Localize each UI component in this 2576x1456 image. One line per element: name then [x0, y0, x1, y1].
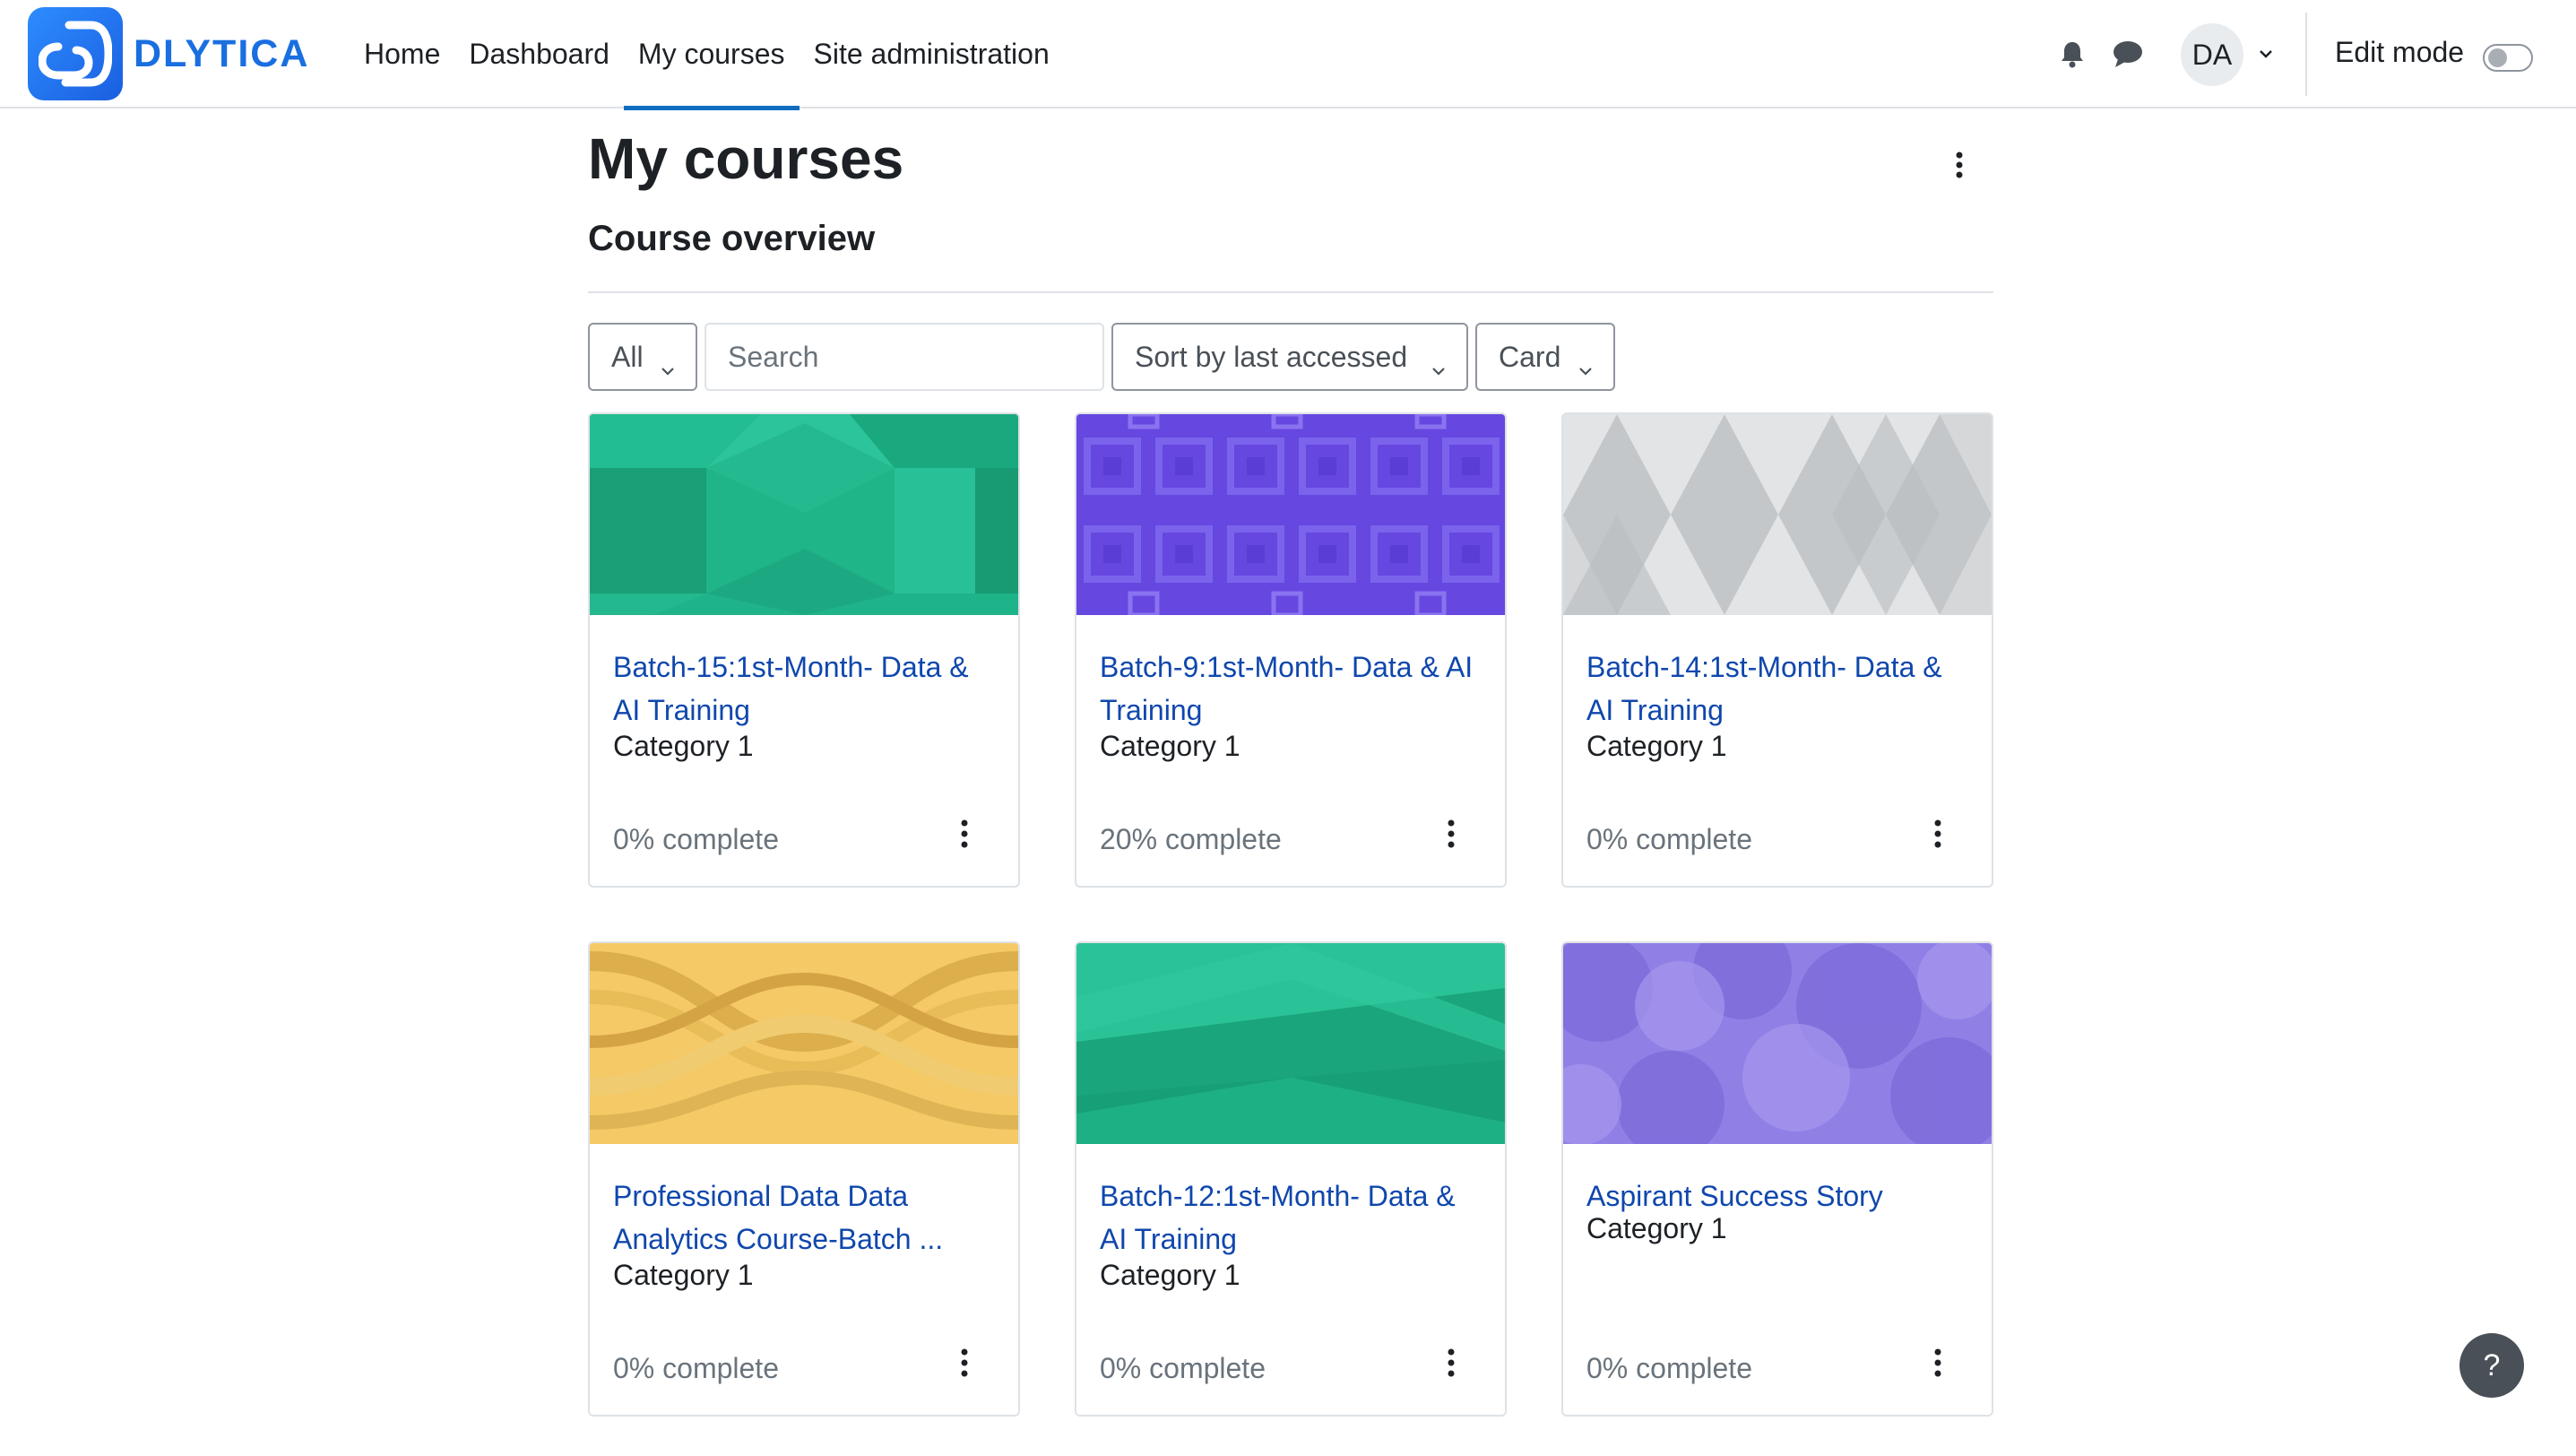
search-input[interactable]: Search	[705, 323, 1104, 391]
course-image[interactable]	[1563, 943, 1992, 1144]
course-actions-menu-icon[interactable]	[1437, 1345, 1465, 1381]
course-category: Category 1	[1100, 1259, 1240, 1291]
course-image[interactable]	[1076, 414, 1505, 615]
section-title: Course overview	[588, 219, 876, 258]
course-progress: 0% complete	[1100, 1352, 1266, 1384]
navbar-divider	[2305, 13, 2307, 96]
help-button[interactable]: ?	[2459, 1333, 2524, 1398]
section-divider	[588, 291, 1993, 293]
course-actions-menu-icon[interactable]	[950, 816, 979, 852]
course-actions-menu-icon[interactable]	[1437, 816, 1465, 852]
view-value: Card	[1499, 340, 1561, 373]
chevron-down-icon	[1431, 351, 1447, 376]
page-title: My courses	[588, 126, 904, 191]
course-image[interactable]	[590, 943, 1018, 1144]
grouping-select[interactable]: All	[588, 323, 697, 391]
course-title[interactable]: Batch-12:1st-Month- Data & AI Training	[1100, 1174, 1485, 1261]
course-title[interactable]: Batch-15:1st-Month- Data & AI Training	[613, 646, 998, 732]
sort-value: Sort by last accessed	[1135, 340, 1408, 373]
chevron-down-icon	[1578, 351, 1594, 376]
chevron-down-icon[interactable]	[2257, 45, 2275, 63]
course-category: Category 1	[1586, 730, 1727, 762]
course-card[interactable]: Batch-9:1st-Month- Data & AI Training Ca…	[1075, 412, 1507, 888]
chevron-down-icon	[660, 351, 676, 376]
course-progress: 0% complete	[613, 823, 779, 855]
user-avatar[interactable]: DA	[2181, 23, 2243, 86]
course-card[interactable]: Batch-15:1st-Month- Data & AI Training C…	[588, 412, 1020, 888]
page-actions-menu-icon[interactable]	[1945, 151, 1974, 179]
course-progress: 20% complete	[1100, 823, 1282, 855]
course-progress: 0% complete	[1586, 823, 1752, 855]
course-category: Category 1	[613, 730, 754, 762]
view-select[interactable]: Card	[1475, 323, 1615, 391]
course-category: Category 1	[613, 1259, 754, 1291]
logo-text: DLYTICA	[134, 31, 310, 75]
site-logo[interactable]: DLYTICA	[28, 7, 309, 100]
grouping-value: All	[611, 340, 644, 373]
top-navbar: DLYTICA Home Dashboard My courses Site a…	[0, 0, 2576, 110]
bell-icon[interactable]	[2058, 39, 2087, 68]
primary-navigation: Home Dashboard My courses Site administr…	[350, 0, 1064, 110]
course-actions-menu-icon[interactable]	[950, 1345, 979, 1381]
sort-select[interactable]: Sort by last accessed	[1111, 323, 1468, 391]
course-title[interactable]: Batch-14:1st-Month- Data & AI Training	[1586, 646, 1972, 732]
course-title[interactable]: Aspirant Success Story	[1586, 1174, 1972, 1218]
course-card[interactable]: Professional Data Data Analytics Course-…	[588, 941, 1020, 1417]
nav-my-courses[interactable]: My courses	[623, 0, 800, 110]
nav-dashboard[interactable]: Dashboard	[454, 0, 624, 108]
course-category: Category 1	[1100, 730, 1240, 762]
course-progress: 0% complete	[1586, 1352, 1752, 1384]
nav-home[interactable]: Home	[350, 0, 454, 108]
course-actions-menu-icon[interactable]	[1923, 1345, 1952, 1381]
course-actions-menu-icon[interactable]	[1923, 816, 1952, 852]
nav-site-administration[interactable]: Site administration	[800, 0, 1064, 108]
course-card[interactable]: Batch-14:1st-Month- Data & AI Training C…	[1561, 412, 1993, 888]
course-image[interactable]	[590, 414, 1018, 615]
course-category: Category 1	[1586, 1212, 1727, 1244]
course-card[interactable]: Batch-12:1st-Month- Data & AI Training C…	[1075, 941, 1507, 1417]
logo-mark	[28, 7, 123, 100]
chat-icon[interactable]	[2113, 39, 2143, 68]
edit-mode-label: Edit mode	[2335, 36, 2465, 68]
course-image[interactable]	[1563, 414, 1992, 615]
course-progress: 0% complete	[613, 1352, 779, 1384]
toggle-knob	[2488, 48, 2507, 67]
course-card[interactable]: Aspirant Success Story Category 1 0% com…	[1561, 941, 1993, 1417]
course-image[interactable]	[1076, 943, 1505, 1144]
course-title[interactable]: Batch-9:1st-Month- Data & AI Training	[1100, 646, 1485, 732]
edit-mode-toggle[interactable]	[2483, 44, 2533, 72]
course-title[interactable]: Professional Data Data Analytics Course-…	[613, 1174, 998, 1261]
